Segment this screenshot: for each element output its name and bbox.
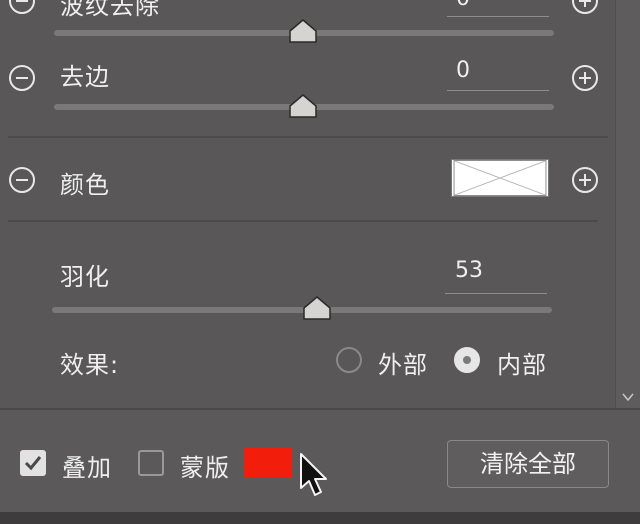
radio-inside[interactable]: [454, 347, 480, 373]
checkmark-icon: [24, 456, 42, 471]
color-plus-icon[interactable]: [572, 167, 598, 193]
edge-label: 去边: [60, 63, 110, 91]
overlay-checkbox[interactable]: [20, 450, 46, 476]
mask-checkbox[interactable]: [138, 450, 164, 476]
feather-value[interactable]: 53: [455, 258, 483, 283]
top-row-label: 波纹去除: [60, 0, 160, 20]
scrollbar[interactable]: [615, 0, 640, 408]
edge-slider-thumb[interactable]: [288, 94, 318, 118]
mouse-cursor-icon: [300, 453, 327, 496]
top-row-value-underline: [447, 16, 549, 17]
top-row-slider-thumb[interactable]: [288, 19, 318, 43]
overlay-label[interactable]: 叠加: [62, 448, 112, 483]
footer-divider: [0, 408, 640, 410]
top-row-value[interactable]: 0: [456, 0, 470, 11]
settings-panel: 波纹去除 0 去边 0 颜色 羽化 53 效果: 外部 内部: [0, 0, 616, 408]
bottom-edge: [0, 512, 640, 524]
color-label: 颜色: [60, 171, 110, 199]
color-swatch-empty[interactable]: [451, 159, 549, 197]
effect-label: 效果:: [60, 351, 120, 379]
edge-plus-icon[interactable]: [572, 65, 598, 91]
mask-label[interactable]: 蒙版: [180, 448, 230, 483]
feather-value-underline: [445, 293, 547, 294]
clear-all-button[interactable]: 清除全部: [447, 440, 609, 488]
plus-icon[interactable]: [572, 0, 598, 14]
edge-value-underline: [447, 90, 549, 91]
radio-outside[interactable]: [336, 347, 362, 373]
scroll-down-arrow-icon[interactable]: [622, 392, 634, 402]
minus-icon[interactable]: [9, 0, 35, 14]
feather-label: 羽化: [60, 263, 110, 291]
color-minus-icon[interactable]: [9, 167, 35, 193]
section-divider-2: [8, 220, 598, 222]
section-divider: [8, 136, 608, 138]
edge-minus-icon[interactable]: [9, 65, 35, 91]
radio-inside-label[interactable]: 内部: [497, 345, 547, 380]
radio-outside-label[interactable]: 外部: [378, 345, 428, 380]
feather-slider-thumb[interactable]: [302, 296, 332, 320]
edge-value[interactable]: 0: [456, 58, 470, 83]
mask-color-chip[interactable]: [243, 448, 291, 478]
